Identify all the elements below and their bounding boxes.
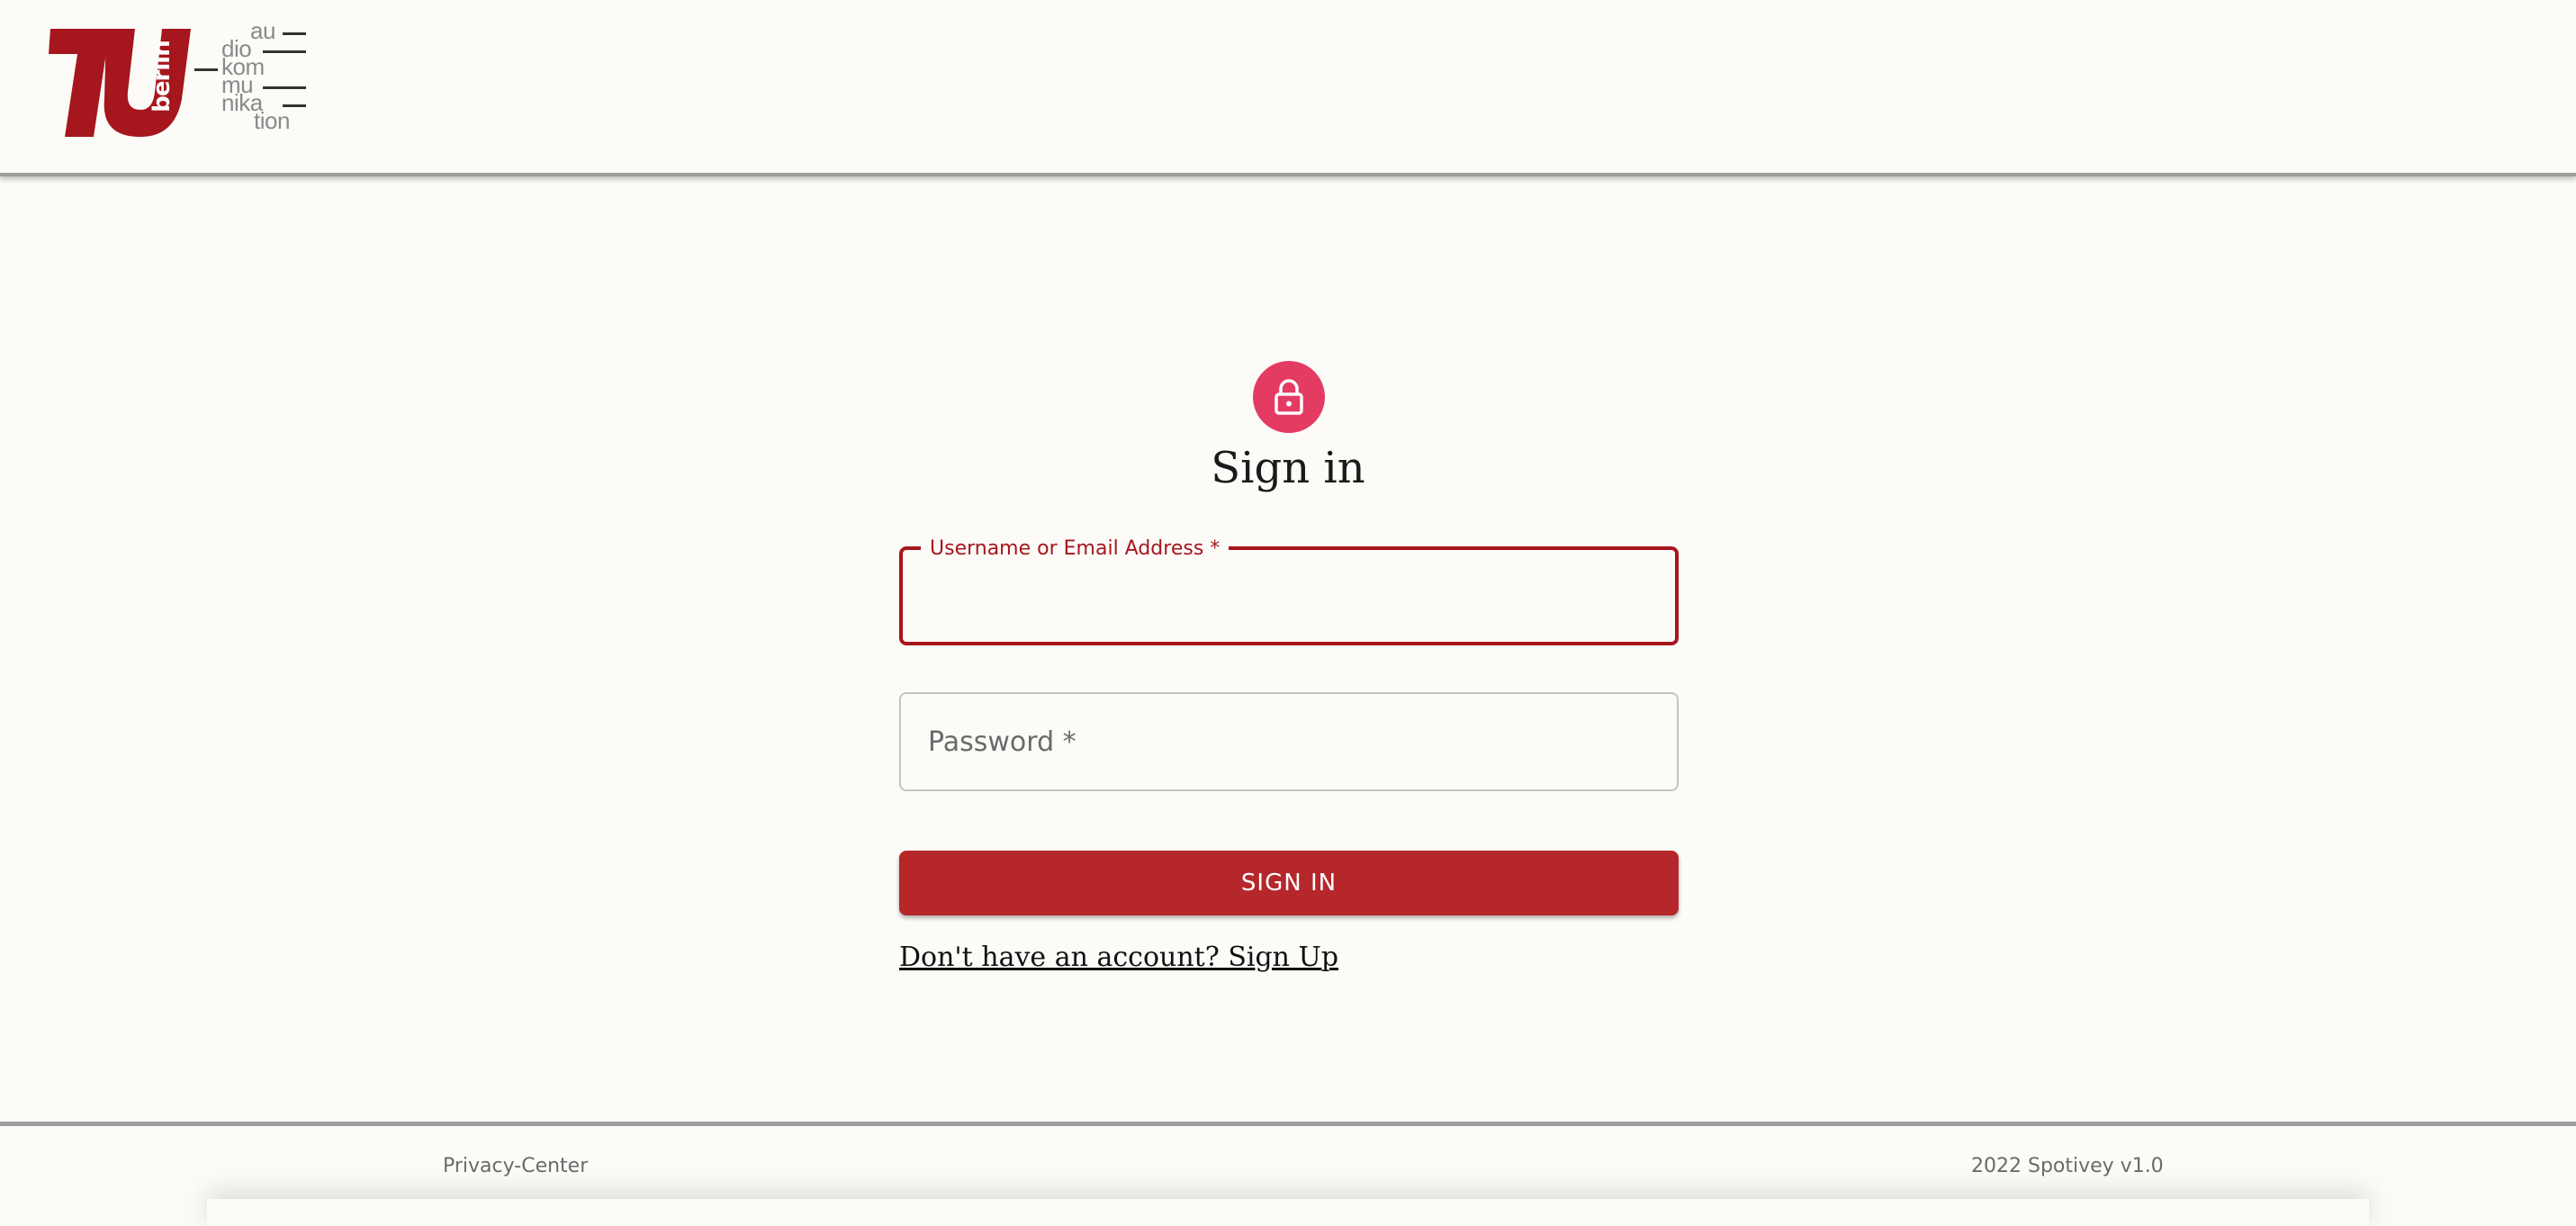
logo-dash bbox=[283, 32, 306, 35]
username-field[interactable]: Username or Email Address * bbox=[899, 537, 1679, 645]
password-input[interactable] bbox=[926, 694, 1652, 789]
logo-connector bbox=[194, 68, 218, 71]
sign-in-button[interactable]: SIGN IN bbox=[899, 851, 1679, 915]
lock-icon bbox=[1274, 379, 1303, 415]
logo-syllable: tion bbox=[254, 107, 290, 134]
logo-dash bbox=[263, 86, 306, 89]
logo-dash bbox=[263, 50, 306, 53]
header: berlin au dio kom mu nika tion bbox=[0, 0, 2576, 176]
privacy-center-link[interactable]: Privacy-Center bbox=[443, 1155, 588, 1177]
password-field[interactable] bbox=[899, 692, 1679, 791]
lock-avatar bbox=[1253, 361, 1325, 433]
footer: Privacy-Center 2022 Spotivey v1.0 bbox=[0, 1122, 2576, 1208]
footer-shadow bbox=[207, 1199, 2369, 1226]
username-input[interactable] bbox=[928, 550, 1650, 642]
logo-berlin-text: berlin bbox=[149, 41, 176, 113]
sign-up-link[interactable]: Don't have an account? Sign Up bbox=[899, 942, 1338, 973]
page-title: Sign in bbox=[1211, 443, 1365, 493]
tu-berlin-logo[interactable]: berlin au dio kom mu nika tion bbox=[47, 17, 308, 140]
logo-syllable: au bbox=[250, 17, 275, 44]
version-text: 2022 Spotivey v1.0 bbox=[1971, 1155, 2164, 1177]
